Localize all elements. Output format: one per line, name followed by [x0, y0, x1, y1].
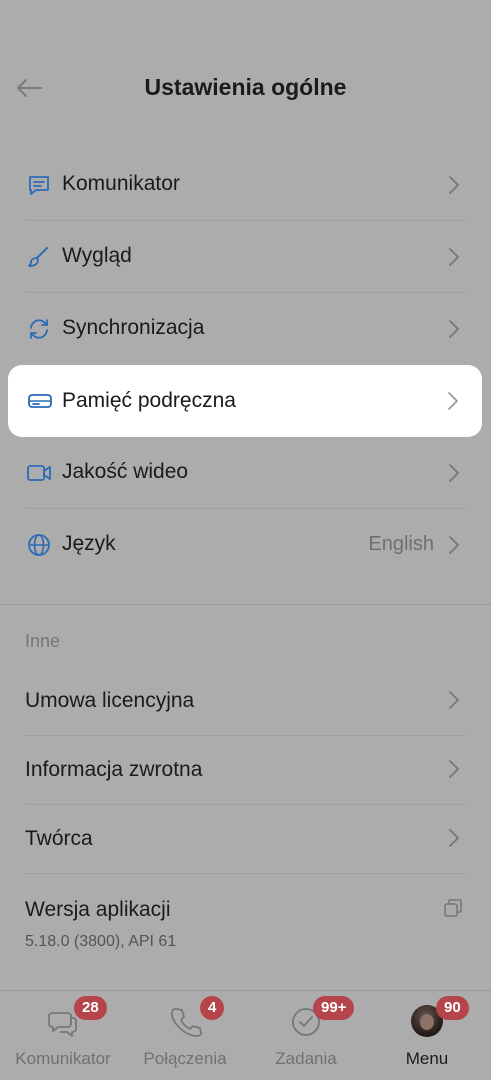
chevron-right-icon	[449, 829, 459, 847]
settings-item-pamiec-podreczna[interactable]: Pamięć podręczna	[8, 365, 482, 437]
settings-item-label: Język	[62, 532, 116, 555]
bottom-nav: 28 Komunikator 4 Połączenia 99+ Zadania …	[0, 990, 491, 1080]
section-title-other: Inne	[25, 631, 61, 651]
storage-icon	[26, 388, 54, 414]
chevron-right-icon	[449, 464, 459, 482]
settings-item-jezyk[interactable]: Język English	[25, 509, 466, 581]
settings-item-label: Komunikator	[62, 172, 180, 195]
settings-item-label: Synchronizacja	[62, 316, 205, 339]
badge-count: 99+	[313, 996, 355, 1020]
phone-icon	[171, 1008, 202, 1037]
brush-icon	[25, 244, 53, 270]
settings-item-jakosc-wideo[interactable]: Jakość wideo	[25, 437, 466, 509]
settings-item-komunikator[interactable]: Komunikator	[25, 149, 466, 221]
badge-count: 90	[436, 996, 469, 1020]
other-item-label: Umowa licencyjna	[25, 689, 195, 712]
nav-label: Połączenia	[143, 1049, 227, 1068]
nav-label: Zadania	[275, 1049, 337, 1068]
chat-icon	[25, 172, 53, 198]
language-value: English	[368, 533, 434, 555]
nav-label: Menu	[405, 1049, 449, 1068]
other-item-label: Informacja zwrotna	[25, 758, 203, 781]
page-title: Ustawienia ogólne	[144, 74, 347, 100]
nav-komunikator[interactable]: 28 Komunikator	[2, 991, 124, 1080]
other-item-umowa-licencyjna[interactable]: Umowa licencyjna	[25, 667, 466, 736]
chevron-right-icon	[449, 536, 459, 554]
nav-label: Komunikator	[15, 1049, 111, 1068]
copy-icon[interactable]	[442, 897, 464, 919]
nav-polaczenia[interactable]: 4 Połączenia	[124, 991, 246, 1080]
settings-item-wyglad[interactable]: Wygląd	[25, 221, 466, 293]
badge-count: 4	[200, 996, 225, 1020]
chevron-right-icon	[449, 248, 459, 266]
video-camera-icon	[25, 460, 53, 486]
other-item-label: Twórca	[25, 827, 93, 850]
settings-item-label: Wygląd	[62, 244, 132, 267]
other-item-informacja-zwrotna[interactable]: Informacja zwrotna	[25, 736, 466, 805]
other-item-tworca[interactable]: Twórca	[25, 805, 466, 874]
sync-icon	[25, 316, 53, 342]
chevron-right-icon	[449, 320, 459, 338]
app-version: Wersja aplikacji 5.18.0 (3800), API 61	[25, 880, 466, 960]
chevron-right-icon	[449, 760, 459, 778]
badge-count: 28	[74, 996, 107, 1020]
header: Ustawienia ogólne	[0, 55, 491, 121]
app-version-label: Wersja aplikacji	[25, 898, 171, 921]
globe-icon	[25, 532, 53, 558]
settings-item-label: Jakość wideo	[62, 460, 189, 483]
settings-item-label: Pamięć podręczna	[62, 389, 236, 412]
nav-menu[interactable]: 90 Menu	[366, 991, 488, 1080]
settings-item-synchronizacja[interactable]: Synchronizacja	[25, 293, 466, 365]
chevron-right-icon	[449, 691, 459, 709]
app-version-value: 5.18.0 (3800), API 61	[25, 933, 177, 950]
chevron-right-icon	[449, 176, 459, 194]
nav-zadania[interactable]: 99+ Zadania	[245, 991, 367, 1080]
chevron-right-icon	[448, 392, 458, 410]
section-divider	[0, 604, 491, 605]
